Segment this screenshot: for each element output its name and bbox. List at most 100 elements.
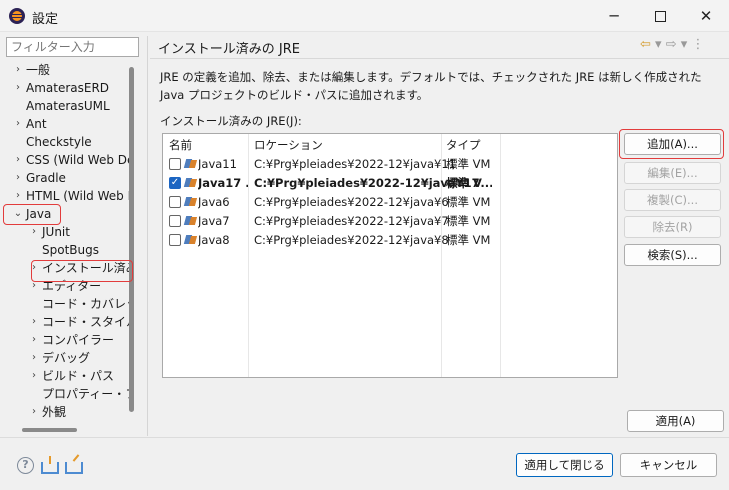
tree-item-label: コード・スタイル xyxy=(42,315,135,329)
jre-library-icon xyxy=(184,159,198,170)
jre-checkbox[interactable] xyxy=(169,158,181,170)
forward-arrow-icon[interactable]: ⇨ xyxy=(666,37,677,52)
jre-name: Java7 xyxy=(198,214,230,228)
jre-table: 名前 ロケーション タイプ Java11 C:¥Prg¥pleiades¥2022… xyxy=(162,133,618,378)
close-button[interactable]: ✕ xyxy=(683,0,729,32)
tree-item-label: コンパイラー xyxy=(42,333,115,347)
back-arrow-icon[interactable]: ⇦ xyxy=(640,37,651,52)
chevron-right-icon[interactable]: › xyxy=(29,223,39,241)
jre-location: C:¥Prg¥pleiades¥2022-12¥java¥6 xyxy=(254,195,449,209)
jre-type: 標準 VM xyxy=(446,195,491,209)
export-icon[interactable] xyxy=(65,454,83,474)
table-row[interactable]: Java8 C:¥Prg¥pleiades¥2022-12¥java¥8 標準 VM xyxy=(163,231,617,250)
jre-location: C:¥Prg¥pleiades¥2022-12¥java¥8 xyxy=(254,233,449,247)
jre-library-icon xyxy=(184,235,198,246)
table-row[interactable]: ✓Java17 ...C:¥Prg¥pleiades¥2022-12¥java¥… xyxy=(163,174,617,193)
apply-and-close-button[interactable]: 適用して閉じる xyxy=(516,453,613,477)
chevron-right-icon[interactable]: › xyxy=(13,79,23,97)
chevron-right-icon[interactable]: › xyxy=(29,313,39,331)
import-icon[interactable] xyxy=(41,456,59,474)
jre-type: 標準 VM xyxy=(446,157,491,171)
tree-item-label: SpotBugs xyxy=(42,243,99,257)
help-icon[interactable]: ? xyxy=(17,457,34,474)
table-row[interactable]: Java7 C:¥Prg¥pleiades¥2022-12¥java¥7 標準 VM xyxy=(163,212,617,231)
tree-item-label: 一般 xyxy=(26,63,51,77)
table-row[interactable]: Java6 C:¥Prg¥pleiades¥2022-12¥java¥6 標準 VM xyxy=(163,193,617,212)
tree-item-label: AmaterasERD xyxy=(26,81,110,95)
eclipse-app-icon xyxy=(9,8,25,24)
chevron-right-icon[interactable]: › xyxy=(13,169,23,187)
tree-item-label: Checkstyle xyxy=(26,135,92,149)
chevron-right-icon[interactable]: › xyxy=(13,115,23,133)
jre-checkbox[interactable] xyxy=(169,234,181,246)
jre-checkbox[interactable]: ✓ xyxy=(169,177,181,189)
column-header-name[interactable]: 名前 xyxy=(169,137,192,153)
chevron-right-icon[interactable]: › xyxy=(13,61,23,79)
jre-checkbox[interactable] xyxy=(169,196,181,208)
chevron-right-icon[interactable]: › xyxy=(13,187,23,205)
chevron-right-icon[interactable]: › xyxy=(29,367,39,385)
minimize-button[interactable]: ─ xyxy=(591,0,637,32)
footer-separator xyxy=(0,437,729,438)
jre-checkbox[interactable] xyxy=(169,215,181,227)
duplicate-button[interactable]: 複製(C)... xyxy=(624,189,721,211)
tree-item-label: AmaterasUML xyxy=(26,99,110,113)
tree-item-label: JUnit xyxy=(42,225,70,239)
chevron-right-icon[interactable]: › xyxy=(29,403,39,421)
maximize-icon xyxy=(654,10,666,22)
jre-type: 標準 VM xyxy=(446,214,491,228)
jre-library-icon xyxy=(184,178,198,189)
page-description: JRE の定義を追加、除去、または編集します。デフォルトでは、チェックされた J… xyxy=(160,70,702,102)
jre-name: Java17 ... xyxy=(198,176,248,190)
title-bar: 設定 ─ ✕ xyxy=(0,0,729,32)
java-highlight-box xyxy=(3,204,61,225)
filter-input[interactable] xyxy=(6,37,139,57)
add-button[interactable]: 追加(A)... xyxy=(624,133,721,155)
forward-menu-icon[interactable]: ▾ xyxy=(681,37,688,52)
tree-horizontal-scroll-thumb[interactable] xyxy=(22,428,77,432)
header-separator xyxy=(150,58,729,59)
cancel-button[interactable]: キャンセル xyxy=(620,453,717,477)
export-arrow xyxy=(72,454,80,462)
column-header-location[interactable]: ロケーション xyxy=(254,137,323,153)
table-row[interactable]: Java11 C:¥Prg¥pleiades¥2022-12¥java¥11 標準 … xyxy=(163,155,617,174)
chevron-right-icon[interactable]: › xyxy=(13,151,23,169)
window-title: 設定 xyxy=(32,12,59,27)
edit-button[interactable]: 編集(E)... xyxy=(624,162,721,184)
view-menu-icon[interactable]: ⋮ xyxy=(691,37,704,52)
column-header-type[interactable]: タイプ xyxy=(446,137,481,153)
pane-divider[interactable] xyxy=(147,36,148,436)
tree-item-label: プロパティー・ファイ xyxy=(42,387,135,401)
tree-item-label: Ant xyxy=(26,117,47,131)
tree-item-label: デバッグ xyxy=(42,351,91,365)
tree-item-label: 外観 xyxy=(42,405,67,419)
tree-item-label: ビルド・パス xyxy=(42,369,115,383)
jre-location: C:¥Prg¥pleiades¥2022-12¥java¥11 xyxy=(254,157,457,171)
maximize-button[interactable] xyxy=(637,0,683,32)
tree-item-label: HTML (Wild Web I xyxy=(26,189,132,203)
installed-jre-highlight-box xyxy=(31,260,133,282)
tree-vertical-scroll-thumb[interactable] xyxy=(129,67,134,412)
apply-button[interactable]: 適用(A) xyxy=(627,410,724,432)
jre-type: 標準 V... xyxy=(446,176,492,190)
jre-name: Java8 xyxy=(198,233,230,247)
jre-type: 標準 VM xyxy=(446,233,491,247)
installed-jre-label: インストール済みの JRE(J): xyxy=(160,114,302,128)
page-title: インストール済みの JRE xyxy=(158,42,300,57)
tree-item-label: Gradle xyxy=(26,171,66,185)
tree-item-label: CSS (Wild Web De xyxy=(26,153,135,167)
chevron-right-icon[interactable]: › xyxy=(29,349,39,367)
preferences-tree: › 一般 › AmaterasERD AmaterasUML › Ant Checkstyle… xyxy=(0,60,135,424)
jre-name: Java11 xyxy=(198,157,237,171)
jre-location: C:¥Prg¥pleiades¥2022-12¥java¥7 xyxy=(254,214,449,228)
import-arrow xyxy=(49,456,51,464)
remove-button[interactable]: 除去(R) xyxy=(624,216,721,238)
back-menu-icon[interactable]: ▾ xyxy=(655,37,662,52)
tree-item-label: コード・カバレッジ xyxy=(42,297,135,311)
jre-library-icon xyxy=(184,197,198,208)
jre-library-icon xyxy=(184,216,198,227)
page-navigation: ⇦ ▾ ⇨ ▾ ⋮ xyxy=(640,37,704,52)
jre-name: Java6 xyxy=(198,195,230,209)
chevron-right-icon[interactable]: › xyxy=(29,331,39,349)
search-button[interactable]: 検索(S)... xyxy=(624,244,721,266)
